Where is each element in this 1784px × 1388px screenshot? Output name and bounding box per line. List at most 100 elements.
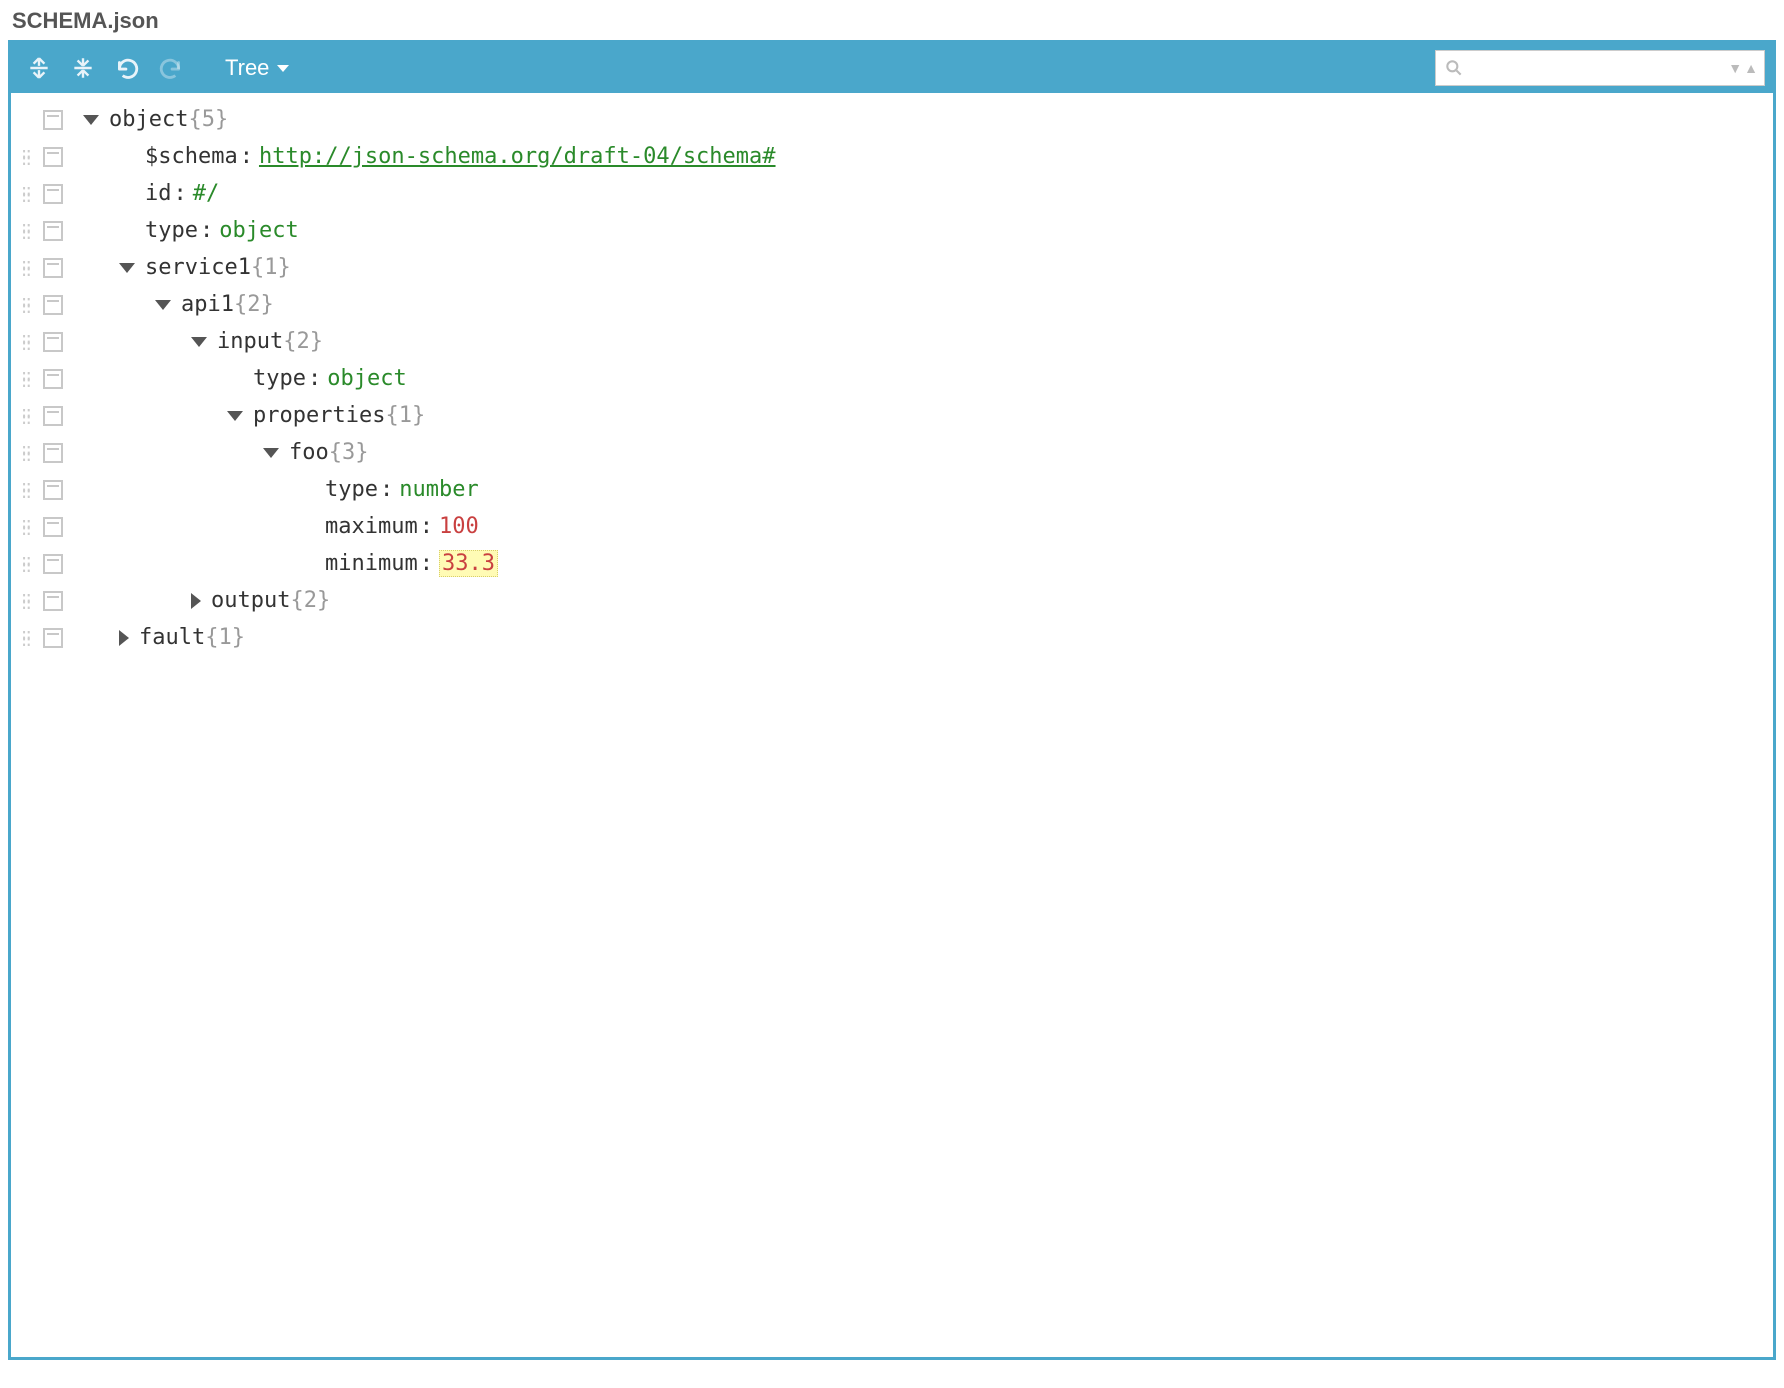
node-menu-button[interactable] bbox=[43, 628, 63, 648]
collapse-icon[interactable] bbox=[119, 263, 135, 273]
node-menu-button[interactable] bbox=[43, 517, 63, 537]
node-key[interactable]: type bbox=[325, 477, 378, 502]
drag-grip-icon[interactable]: ∷∷ bbox=[11, 520, 43, 534]
node-value[interactable]: object bbox=[327, 366, 406, 391]
json-tree: object {5} ∷∷ $schema : http://json-schema… bbox=[11, 93, 1773, 1357]
key-value-separator: : bbox=[238, 144, 259, 169]
node-key[interactable]: service1 bbox=[145, 255, 251, 280]
key-value-separator: : bbox=[378, 477, 399, 502]
node-key[interactable]: properties bbox=[253, 403, 385, 428]
node-menu-button[interactable] bbox=[43, 554, 63, 574]
drag-grip-icon[interactable]: ∷∷ bbox=[11, 594, 43, 608]
node-menu-button[interactable] bbox=[43, 110, 63, 130]
search-prev-icon[interactable]: ▲ bbox=[1744, 63, 1758, 73]
node-menu-button[interactable] bbox=[43, 591, 63, 611]
node-menu-button[interactable] bbox=[43, 258, 63, 278]
tree-row: ∷∷ $schema : http://json-schema.org/draft… bbox=[11, 138, 1769, 175]
node-value[interactable]: http://json-schema.org/draft-04/schema# bbox=[259, 144, 776, 169]
tree-row: ∷∷ type : object bbox=[11, 360, 1769, 397]
redo-button[interactable] bbox=[151, 48, 191, 88]
caret-down-icon bbox=[277, 65, 289, 72]
node-menu-button[interactable] bbox=[43, 184, 63, 204]
tree-row: ∷∷ api1 {2} bbox=[11, 286, 1769, 323]
expand-all-button[interactable] bbox=[19, 48, 59, 88]
node-key[interactable]: type bbox=[253, 366, 306, 391]
node-key[interactable]: input bbox=[217, 329, 283, 354]
collapse-icon[interactable] bbox=[227, 411, 243, 421]
expand-icon[interactable] bbox=[191, 593, 201, 609]
node-count: {1} bbox=[205, 625, 245, 650]
tree-row: ∷∷ service1 {1} bbox=[11, 249, 1769, 286]
editor-toolbar: Tree ▼ ▲ bbox=[11, 43, 1773, 93]
drag-grip-icon[interactable]: ∷∷ bbox=[11, 409, 43, 423]
node-count: {2} bbox=[290, 588, 330, 613]
drag-grip-icon[interactable]: ∷∷ bbox=[11, 335, 43, 349]
node-value[interactable]: 33.3 bbox=[439, 550, 498, 577]
drag-grip-icon[interactable]: ∷∷ bbox=[11, 261, 43, 275]
node-count: {3} bbox=[329, 440, 369, 465]
node-key[interactable]: fault bbox=[139, 625, 205, 650]
node-key[interactable]: maximum bbox=[325, 514, 418, 539]
node-menu-button[interactable] bbox=[43, 295, 63, 315]
node-count: {5} bbox=[188, 107, 228, 132]
tree-row: ∷∷maximum : 100 bbox=[11, 508, 1769, 545]
tree-row: object {5} bbox=[11, 101, 1769, 138]
node-menu-button[interactable] bbox=[43, 480, 63, 500]
drag-grip-icon[interactable]: ∷∷ bbox=[11, 224, 43, 238]
tree-row: ∷∷ foo {3} bbox=[11, 434, 1769, 471]
node-count: {2} bbox=[234, 292, 274, 317]
collapse-icon[interactable] bbox=[83, 115, 99, 125]
drag-grip-icon[interactable]: ∷∷ bbox=[11, 631, 43, 645]
node-key[interactable]: output bbox=[211, 588, 290, 613]
drag-grip-icon[interactable]: ∷∷ bbox=[11, 557, 43, 571]
file-title: SCHEMA.json bbox=[8, 8, 1776, 34]
drag-grip-icon[interactable]: ∷∷ bbox=[11, 298, 43, 312]
expand-icon[interactable] bbox=[119, 630, 129, 646]
node-key[interactable]: object bbox=[109, 107, 188, 132]
search-icon bbox=[1442, 58, 1466, 78]
collapse-icon[interactable] bbox=[263, 448, 279, 458]
tree-row: ∷∷ minimum : 33.3 bbox=[11, 545, 1769, 582]
search-input[interactable] bbox=[1466, 51, 1728, 85]
node-key[interactable]: $schema bbox=[145, 144, 238, 169]
drag-grip-icon[interactable]: ∷∷ bbox=[11, 446, 43, 460]
tree-row: ∷∷ properties {1} bbox=[11, 397, 1769, 434]
node-key[interactable]: id bbox=[145, 181, 172, 206]
node-menu-button[interactable] bbox=[43, 443, 63, 463]
collapse-all-button[interactable] bbox=[63, 48, 103, 88]
search-box: ▼ ▲ bbox=[1435, 50, 1765, 86]
tree-row: ∷∷ output {2} bbox=[11, 582, 1769, 619]
collapse-icon[interactable] bbox=[155, 300, 171, 310]
node-key[interactable]: type bbox=[145, 218, 198, 243]
key-value-separator: : bbox=[198, 218, 219, 243]
drag-grip-icon[interactable]: ∷∷ bbox=[11, 483, 43, 497]
node-value[interactable]: 100 bbox=[439, 514, 479, 539]
json-editor-frame: Tree ▼ ▲ object {5} ∷∷ $schema : http://js… bbox=[8, 40, 1776, 1360]
mode-dropdown[interactable]: Tree bbox=[195, 55, 303, 81]
key-value-separator: : bbox=[306, 366, 327, 391]
node-value[interactable]: number bbox=[399, 477, 478, 502]
undo-button[interactable] bbox=[107, 48, 147, 88]
key-value-separator: : bbox=[172, 181, 193, 206]
search-next-icon[interactable]: ▼ bbox=[1728, 63, 1742, 73]
node-menu-button[interactable] bbox=[43, 221, 63, 241]
node-value[interactable]: object bbox=[219, 218, 298, 243]
tree-row: ∷∷ type : number bbox=[11, 471, 1769, 508]
node-key[interactable]: api1 bbox=[181, 292, 234, 317]
node-value[interactable]: #/ bbox=[193, 181, 220, 206]
node-menu-button[interactable] bbox=[43, 406, 63, 426]
drag-grip-icon[interactable]: ∷∷ bbox=[11, 372, 43, 386]
node-menu-button[interactable] bbox=[43, 332, 63, 352]
tree-row: ∷∷ type : object bbox=[11, 212, 1769, 249]
node-count: {2} bbox=[283, 329, 323, 354]
node-count: {1} bbox=[251, 255, 291, 280]
node-count: {1} bbox=[385, 403, 425, 428]
node-menu-button[interactable] bbox=[43, 147, 63, 167]
key-value-separator: : bbox=[418, 551, 439, 576]
node-key[interactable]: foo bbox=[289, 440, 329, 465]
drag-grip-icon[interactable]: ∷∷ bbox=[11, 150, 43, 164]
node-menu-button[interactable] bbox=[43, 369, 63, 389]
node-key[interactable]: minimum bbox=[325, 551, 418, 576]
drag-grip-icon[interactable]: ∷∷ bbox=[11, 187, 43, 201]
collapse-icon[interactable] bbox=[191, 337, 207, 347]
